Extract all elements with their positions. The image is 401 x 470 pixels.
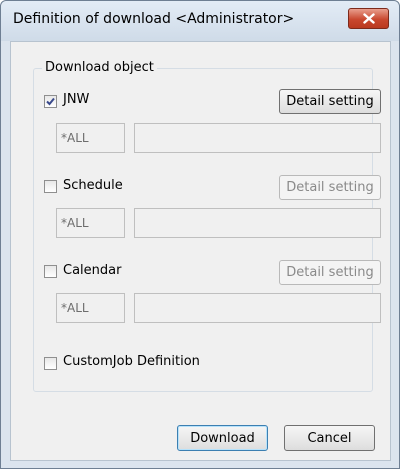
close-button[interactable] bbox=[348, 8, 389, 29]
jnw-label: JNW bbox=[63, 92, 90, 107]
jnw-description-field[interactable] bbox=[134, 123, 381, 153]
schedule-label: Schedule bbox=[63, 178, 123, 193]
schedule-detail-setting-button[interactable]: Detail setting bbox=[279, 175, 381, 200]
jnw-checkbox[interactable] bbox=[44, 95, 57, 108]
jnw-detail-setting-button[interactable]: Detail setting bbox=[279, 89, 381, 114]
calendar-checkbox[interactable] bbox=[44, 265, 57, 278]
title-bar[interactable]: Definition of download <Administrator> bbox=[1, 1, 399, 41]
download-object-group: Download object JNW Detail setting *ALL … bbox=[33, 60, 381, 392]
schedule-checkbox[interactable] bbox=[44, 180, 57, 193]
customjob-definition-label: CustomJob Definition bbox=[63, 354, 200, 369]
close-icon bbox=[362, 13, 375, 24]
dialog-window: Definition of download <Administrator> D… bbox=[0, 0, 400, 469]
jnw-code-field[interactable]: *ALL bbox=[56, 123, 125, 153]
download-button[interactable]: Download bbox=[177, 425, 268, 451]
calendar-description-field[interactable] bbox=[134, 293, 381, 323]
cancel-button[interactable]: Cancel bbox=[284, 425, 375, 451]
calendar-code-field[interactable]: *ALL bbox=[56, 293, 125, 323]
dialog-client-area: Download object JNW Detail setting *ALL … bbox=[10, 41, 391, 461]
calendar-label: Calendar bbox=[63, 263, 122, 278]
schedule-description-field[interactable] bbox=[134, 208, 381, 238]
customjob-definition-checkbox[interactable] bbox=[44, 357, 57, 370]
schedule-code-field[interactable]: *ALL bbox=[56, 208, 125, 238]
group-label: Download object bbox=[42, 60, 157, 75]
checkmark-icon bbox=[46, 97, 55, 106]
calendar-detail-setting-button[interactable]: Detail setting bbox=[279, 260, 381, 285]
window-title: Definition of download <Administrator> bbox=[13, 11, 295, 27]
